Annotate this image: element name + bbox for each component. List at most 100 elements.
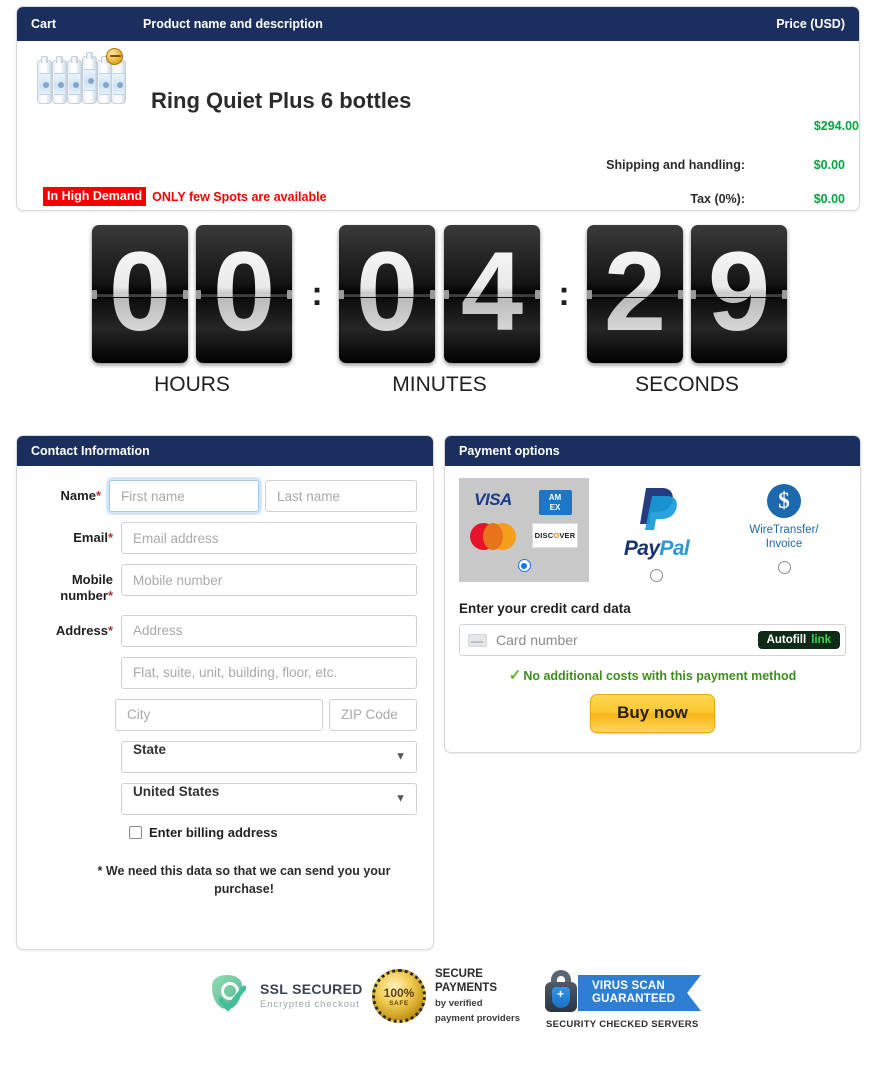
required-asterisk: * [95, 488, 101, 503]
check-icon: ✓ [508, 667, 522, 684]
seal-percent: 100% [383, 985, 415, 1000]
form-row-country: United States ▼ [17, 782, 433, 815]
mobile-number-input[interactable] [121, 564, 417, 596]
no-cost-text: No additional costs with this payment me… [523, 669, 797, 683]
form-row-address2 [17, 656, 433, 689]
separator-hours-minutes: : [311, 274, 323, 313]
payment-method-credit-card[interactable]: VISA AM EX DISC O VER [459, 478, 589, 582]
form-row-city-zip [17, 698, 433, 731]
mobile-label-text: Mobile number [60, 572, 113, 604]
label-hours: HOURS [154, 373, 230, 396]
seconds-digit-2: 9 [691, 225, 787, 363]
virus-scan-subtitle: SECURITY CHECKED SERVERS [546, 1019, 699, 1030]
required-asterisk: * [107, 530, 113, 545]
email-label-text: Email [73, 530, 108, 545]
secure-line3: by verified [435, 998, 483, 1010]
ssl-title: SSL SECURED [260, 980, 363, 997]
seal-word: SAFE [389, 999, 409, 1007]
address-label-text: Address [55, 622, 108, 638]
ssl-subtitle: Encrypted checkout [260, 998, 360, 1010]
address-input[interactable] [121, 614, 417, 647]
contact-form: Name* Email* Mobile number* [17, 466, 433, 898]
contact-panel-title: Contact Information [17, 436, 433, 466]
state-select[interactable]: State [121, 740, 417, 773]
radio-paypal[interactable] [650, 569, 663, 582]
product-thumbnail [35, 48, 127, 106]
six-bottles-image [35, 48, 127, 106]
address-label: Address* [17, 615, 121, 639]
autofill-link-badge[interactable]: Autofill link [757, 631, 840, 649]
product-price: $294.00 [813, 119, 859, 133]
form-footnote: * We need this data so that we can send … [97, 863, 391, 896]
state-spacer [17, 741, 121, 749]
trust-badge-secure-payments: 100% SAFE SECURE PAYMENTS by verified pa… [372, 968, 520, 1025]
in-high-demand-badge: In High Demand [43, 187, 147, 206]
zip-code-input[interactable] [329, 698, 417, 731]
billing-address-checkbox[interactable] [129, 825, 142, 839]
paypal-logo-icon [639, 488, 677, 530]
name-label-text: Name [60, 488, 96, 503]
scarcity-notice: In High Demand ONLY few Spots are availa… [43, 187, 327, 206]
credit-card-icon [468, 633, 487, 647]
dollar-sign-icon: $ [767, 484, 801, 518]
ribbon-line2: GUARANTEED [592, 993, 676, 1005]
cart-panel: Cart Product name and description Price … [16, 6, 860, 211]
visa-icon: VISA [474, 490, 512, 509]
country-select[interactable]: United States [121, 782, 417, 815]
card-number-field[interactable]: Card number Autofill link [459, 624, 846, 656]
form-row-address: Address* [17, 614, 433, 647]
billing-address-label: Enter billing address [149, 824, 278, 840]
countdown-digits-row: 0 0 : 0 4 : 2 9 [0, 225, 876, 365]
ribbon-line1: VIRUS SCAN [592, 979, 665, 992]
billing-address-row[interactable]: Enter billing address [129, 825, 433, 840]
email-input[interactable] [121, 522, 417, 554]
radio-credit-card[interactable] [517, 559, 531, 572]
paypal-wordmark: PayPal [623, 537, 690, 560]
payment-method-paypal[interactable]: PayPal [589, 478, 724, 587]
hours-digit-1: 0 [92, 225, 188, 363]
countdown-timer: 0 0 : 0 4 : 2 9 HOURS MINUTES SECONDS [0, 225, 876, 415]
radio-wire-transfer[interactable] [777, 560, 791, 574]
autofill-label: Autofill [766, 634, 807, 646]
shipping-value: $0.00 [813, 158, 845, 172]
column-header-product: Product name and description [143, 17, 323, 31]
hours-digit-2: 0 [196, 225, 292, 363]
discover-icon: DISC O VER [532, 523, 578, 548]
seconds-digit-1: 2 [587, 225, 683, 363]
country-spacer [17, 783, 121, 791]
mobile-label: Mobile number* [17, 564, 121, 605]
tax-value: $0.00 [813, 192, 845, 206]
payment-options-panel: Payment options VISA AM EX DISC O VER Pa… [444, 435, 861, 753]
link-brand-label: link [811, 634, 831, 646]
gold-award-badge-icon [106, 48, 123, 65]
virus-scan-row: VIRUS SCAN GUARANTEED [540, 970, 701, 1016]
required-asterisk: * [107, 622, 113, 638]
ssl-shield-icon [208, 973, 252, 1017]
column-header-price: Price (USD) [776, 17, 845, 31]
label-seconds: SECONDS [635, 373, 739, 396]
safe-seal-icon: 100% SAFE [372, 969, 426, 1024]
name-label: Name* [17, 480, 109, 504]
scarcity-text: ONLY few Spots are available [152, 189, 327, 204]
product-name: Ring Quiet Plus 6 bottles [151, 88, 412, 113]
city-input[interactable] [115, 698, 323, 731]
trust-badge-virus-scan: VIRUS SCAN GUARANTEED SECURITY CHECKED S… [540, 970, 701, 1030]
payment-method-wire-transfer[interactable]: $ WireTransfer/ Invoice [724, 478, 844, 579]
cart-table-header: Cart Product name and description Price … [17, 7, 859, 41]
minutes-digit-2: 4 [444, 225, 540, 363]
separator-minutes-seconds: : [558, 274, 570, 313]
card-number-placeholder: Card number [496, 632, 578, 648]
form-row-state: State ▼ [17, 740, 433, 773]
mastercard-icon [470, 523, 516, 550]
secure-payments-text: SECURE PAYMENTS by verified payment prov… [435, 968, 520, 1025]
buy-now-button[interactable]: Buy now [590, 694, 715, 733]
summary-row-shipping: Shipping and handling: $0.00 [606, 158, 845, 172]
required-asterisk: * [107, 588, 113, 604]
first-name-input[interactable] [109, 480, 259, 512]
address-line2-input[interactable] [121, 656, 417, 689]
amex-icon: AM EX [538, 490, 572, 515]
virus-scan-ribbon: VIRUS SCAN GUARANTEED [578, 975, 701, 1011]
form-row-name: Name* [17, 480, 433, 512]
minutes-digit-1: 0 [339, 225, 435, 363]
last-name-input[interactable] [265, 480, 417, 512]
